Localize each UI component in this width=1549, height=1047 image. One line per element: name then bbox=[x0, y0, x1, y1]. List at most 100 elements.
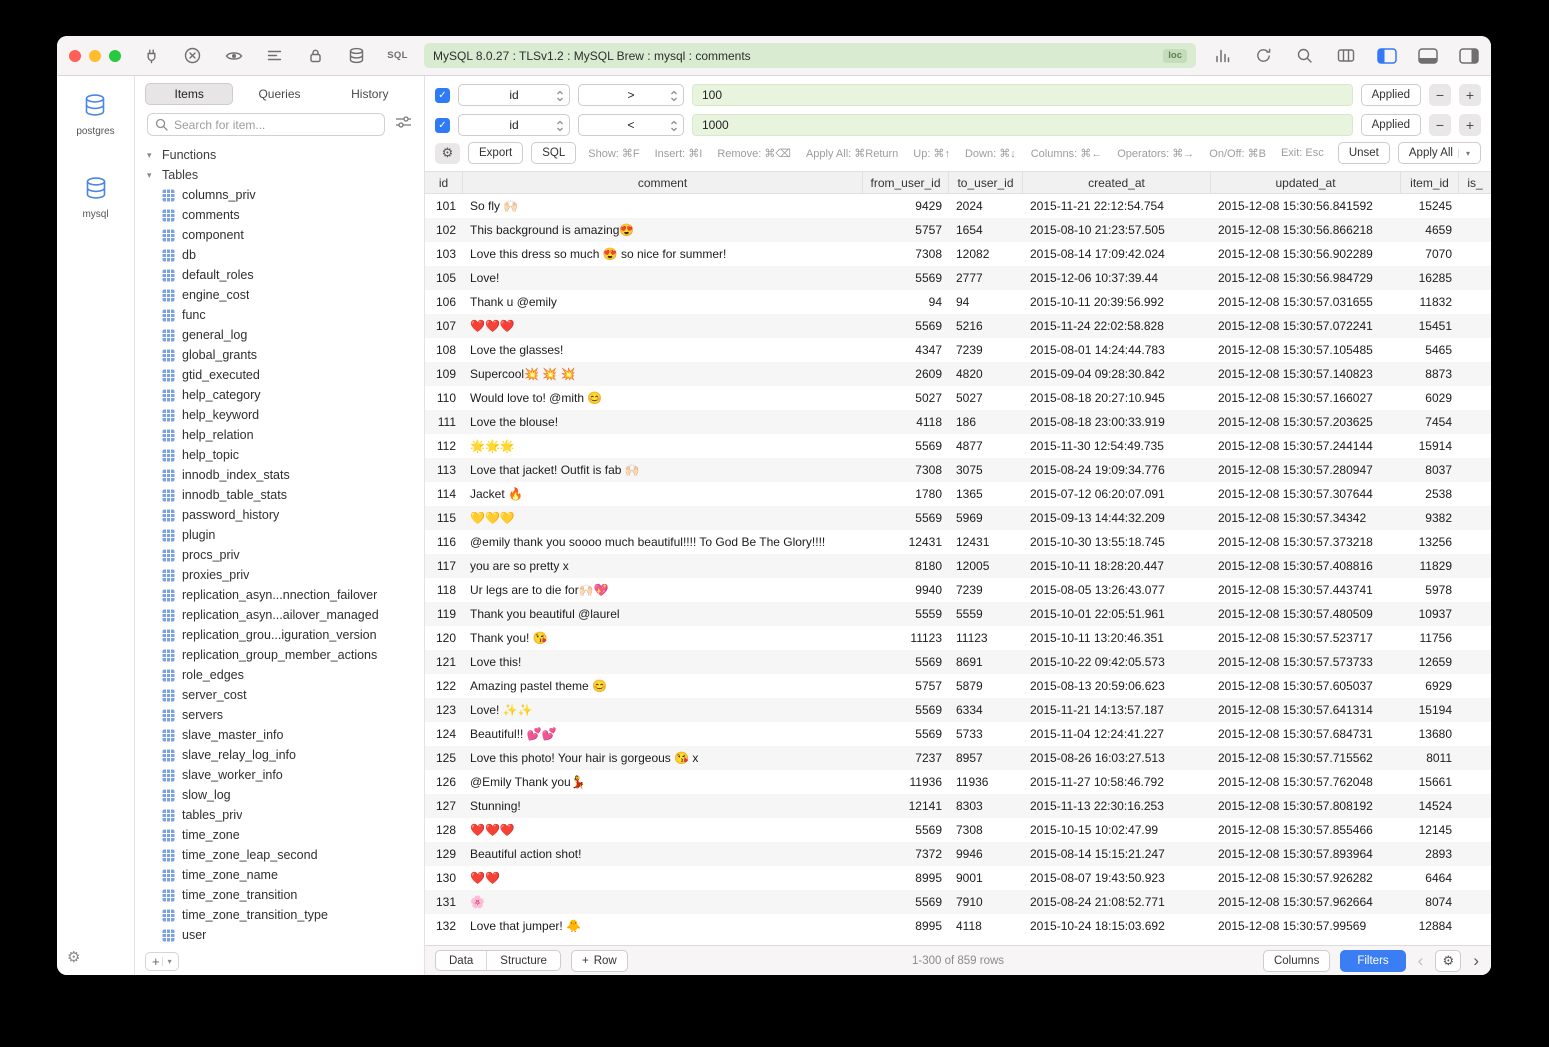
table-cell-created_at[interactable]: 2015-08-10 21:23:57.505 bbox=[1023, 223, 1211, 237]
sidebar-table-slave_master_info[interactable]: slave_master_info bbox=[135, 725, 424, 745]
data-view-button[interactable]: Data bbox=[436, 951, 486, 970]
table-cell-updated_at[interactable]: 2015-12-08 15:30:57.166027 bbox=[1211, 391, 1401, 405]
table-cell-id[interactable]: 119 bbox=[425, 607, 463, 621]
table-cell-item_id[interactable]: 10937 bbox=[1401, 607, 1459, 621]
sidebar-table-user[interactable]: user bbox=[135, 925, 424, 945]
table-cell-updated_at[interactable]: 2015-12-08 15:30:57.244144 bbox=[1211, 439, 1401, 453]
table-cell-id[interactable]: 117 bbox=[425, 559, 463, 573]
table-cell-created_at[interactable]: 2015-10-11 18:28:20.447 bbox=[1023, 559, 1211, 573]
table-cell-to_user_id[interactable]: 5879 bbox=[949, 679, 1023, 693]
filter-column-select[interactable]: id bbox=[458, 114, 570, 136]
table-cell-from_user_id[interactable]: 5559 bbox=[863, 607, 949, 621]
table-cell-id[interactable]: 106 bbox=[425, 295, 463, 309]
sidebar-table-slow_log[interactable]: slow_log bbox=[135, 785, 424, 805]
table-cell-id[interactable]: 126 bbox=[425, 775, 463, 789]
table-cell-id[interactable]: 120 bbox=[425, 631, 463, 645]
view-columns-icon[interactable] bbox=[1335, 45, 1356, 66]
zoom-window-button[interactable] bbox=[109, 50, 121, 62]
column-header-updated_at[interactable]: updated_at bbox=[1211, 172, 1401, 193]
table-cell-created_at[interactable]: 2015-11-04 12:24:41.227 bbox=[1023, 727, 1211, 741]
table-cell-to_user_id[interactable]: 2024 bbox=[949, 199, 1023, 213]
sidebar-table-general_log[interactable]: general_log bbox=[135, 325, 424, 345]
table-cell-item_id[interactable]: 12145 bbox=[1401, 823, 1459, 837]
table-cell-item_id[interactable]: 6029 bbox=[1401, 391, 1459, 405]
table-cell-id[interactable]: 102 bbox=[425, 223, 463, 237]
table-cell-comment[interactable]: 🌟🌟🌟 bbox=[463, 439, 863, 453]
table-cell-id[interactable]: 110 bbox=[425, 391, 463, 405]
sidebar-table-comments[interactable]: comments bbox=[135, 205, 424, 225]
table-cell-created_at[interactable]: 2015-09-13 14:44:32.209 bbox=[1023, 511, 1211, 525]
table-cell-comment[interactable]: This background is amazing😍 bbox=[463, 223, 863, 237]
table-cell-to_user_id[interactable]: 7910 bbox=[949, 895, 1023, 909]
table-cell-from_user_id[interactable]: 4118 bbox=[863, 415, 949, 429]
table-cell-updated_at[interactable]: 2015-12-08 15:30:57.641314 bbox=[1211, 703, 1401, 717]
table-cell-to_user_id[interactable]: 7239 bbox=[949, 343, 1023, 357]
sidebar-table-help_category[interactable]: help_category bbox=[135, 385, 424, 405]
table-cell-updated_at[interactable]: 2015-12-08 15:30:57.573733 bbox=[1211, 655, 1401, 669]
table-cell-from_user_id[interactable]: 5027 bbox=[863, 391, 949, 405]
table-cell-comment[interactable]: Love this dress so much 😍 so nice for su… bbox=[463, 247, 863, 261]
table-cell-updated_at[interactable]: 2015-12-08 15:30:57.280947 bbox=[1211, 463, 1401, 477]
sidebar-table-columns_priv[interactable]: columns_priv bbox=[135, 185, 424, 205]
table-cell-comment[interactable]: Stunning! bbox=[463, 799, 863, 813]
sidebar-table-replication_group_member_actions[interactable]: replication_group_member_actions bbox=[135, 645, 424, 665]
filter-value-input[interactable] bbox=[692, 84, 1353, 106]
sidebar-table-time_zone_name[interactable]: time_zone_name bbox=[135, 865, 424, 885]
table-cell-updated_at[interactable]: 2015-12-08 15:30:57.480509 bbox=[1211, 607, 1401, 621]
table-cell-to_user_id[interactable]: 5969 bbox=[949, 511, 1023, 525]
table-cell-updated_at[interactable]: 2015-12-08 15:30:56.866218 bbox=[1211, 223, 1401, 237]
table-cell-item_id[interactable]: 7070 bbox=[1401, 247, 1459, 261]
table-cell-comment[interactable]: ❤️❤️❤️ bbox=[463, 823, 863, 837]
table-cell-from_user_id[interactable]: 2609 bbox=[863, 367, 949, 381]
sidebar-table-tables_priv[interactable]: tables_priv bbox=[135, 805, 424, 825]
table-cell-from_user_id[interactable]: 5569 bbox=[863, 271, 949, 285]
eye-icon[interactable] bbox=[223, 45, 244, 66]
table-cell-updated_at[interactable]: 2015-12-08 15:30:57.605037 bbox=[1211, 679, 1401, 693]
sidebar-table-plugin[interactable]: plugin bbox=[135, 525, 424, 545]
table-cell-to_user_id[interactable]: 8957 bbox=[949, 751, 1023, 765]
sidebar-table-innodb_index_stats[interactable]: innodb_index_stats bbox=[135, 465, 424, 485]
table-cell-id[interactable]: 124 bbox=[425, 727, 463, 741]
table-cell-updated_at[interactable]: 2015-12-08 15:30:57.34342 bbox=[1211, 511, 1401, 525]
filter-enabled-checkbox[interactable]: ✓ bbox=[435, 118, 450, 133]
table-cell-item_id[interactable]: 4659 bbox=[1401, 223, 1459, 237]
table-cell-to_user_id[interactable]: 4877 bbox=[949, 439, 1023, 453]
table-cell-created_at[interactable]: 2015-08-24 19:09:34.776 bbox=[1023, 463, 1211, 477]
table-cell-to_user_id[interactable]: 9946 bbox=[949, 847, 1023, 861]
column-header-from_user_id[interactable]: from_user_id bbox=[863, 172, 949, 193]
sidebar-table-slave_worker_info[interactable]: slave_worker_info bbox=[135, 765, 424, 785]
table-cell-from_user_id[interactable]: 5569 bbox=[863, 439, 949, 453]
filter-column-select[interactable]: id bbox=[458, 84, 570, 106]
table-cell-from_user_id[interactable]: 7308 bbox=[863, 463, 949, 477]
table-cell-updated_at[interactable]: 2015-12-08 15:30:56.902289 bbox=[1211, 247, 1401, 261]
sidebar-table-global_grants[interactable]: global_grants bbox=[135, 345, 424, 365]
columns-button[interactable]: Columns bbox=[1263, 950, 1330, 972]
table-cell-comment[interactable]: Thank you beautiful @laurel bbox=[463, 607, 863, 621]
refresh-icon[interactable] bbox=[1253, 45, 1274, 66]
sidebar-table-engine_cost[interactable]: engine_cost bbox=[135, 285, 424, 305]
table-cell-from_user_id[interactable]: 12141 bbox=[863, 799, 949, 813]
table-cell-to_user_id[interactable]: 7308 bbox=[949, 823, 1023, 837]
table-cell-updated_at[interactable]: 2015-12-08 15:30:56.984729 bbox=[1211, 271, 1401, 285]
filter-value-input[interactable] bbox=[692, 114, 1353, 136]
table-cell-id[interactable]: 107 bbox=[425, 319, 463, 333]
table-cell-item_id[interactable]: 8074 bbox=[1401, 895, 1459, 909]
sidebar-table-time_zone[interactable]: time_zone bbox=[135, 825, 424, 845]
table-cell-created_at[interactable]: 2015-08-05 13:26:43.077 bbox=[1023, 583, 1211, 597]
table-cell-id[interactable]: 109 bbox=[425, 367, 463, 381]
table-cell-comment[interactable]: Supercool💥 💥 💥 bbox=[463, 367, 863, 381]
table-cell-id[interactable]: 121 bbox=[425, 655, 463, 669]
table-cell-item_id[interactable]: 15245 bbox=[1401, 199, 1459, 213]
table-cell-created_at[interactable]: 2015-08-14 17:09:42.024 bbox=[1023, 247, 1211, 261]
table-cell-updated_at[interactable]: 2015-12-08 15:30:57.203625 bbox=[1211, 415, 1401, 429]
toggle-right-panel-icon[interactable] bbox=[1458, 45, 1479, 66]
next-page-button[interactable]: › bbox=[1471, 952, 1481, 969]
search-input[interactable] bbox=[147, 113, 385, 136]
table-cell-from_user_id[interactable]: 7372 bbox=[863, 847, 949, 861]
table-cell-updated_at[interactable]: 2015-12-08 15:30:57.962664 bbox=[1211, 895, 1401, 909]
table-cell-created_at[interactable]: 2015-11-21 22:12:54.754 bbox=[1023, 199, 1211, 213]
sidebar-table-time_zone_transition_type[interactable]: time_zone_transition_type bbox=[135, 905, 424, 925]
table-cell-updated_at[interactable]: 2015-12-08 15:30:57.99569 bbox=[1211, 919, 1401, 933]
table-cell-from_user_id[interactable]: 5569 bbox=[863, 895, 949, 909]
sql-console-icon[interactable]: SQL bbox=[387, 45, 408, 66]
